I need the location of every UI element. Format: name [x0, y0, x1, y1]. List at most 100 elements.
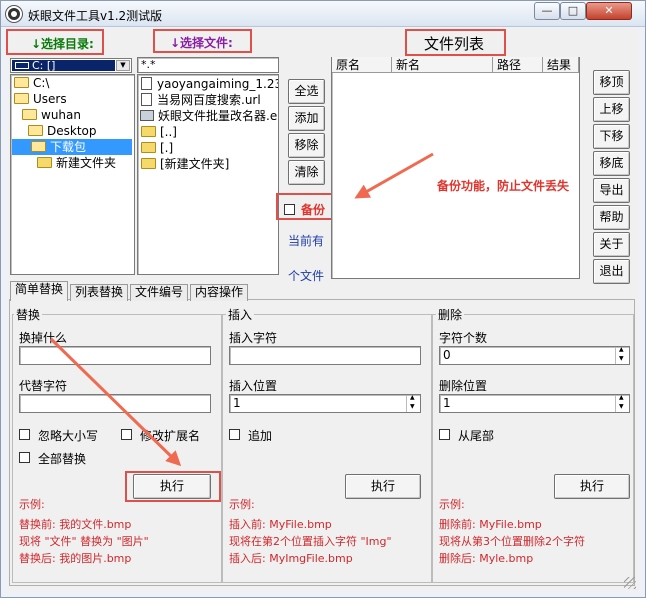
- folder-icon: [141, 158, 156, 169]
- delete-group-title: 删除: [436, 306, 465, 323]
- count-text-2: 个文件: [288, 269, 325, 283]
- resize-grip-icon[interactable]: [624, 577, 636, 589]
- file-item[interactable]: [.]: [141, 140, 173, 156]
- find-input[interactable]: [19, 346, 211, 365]
- replace-example-3: 替换后: 我的图片.bmp: [19, 552, 132, 565]
- delete-count-label: 字符个数: [439, 331, 488, 345]
- directory-tree[interactable]: C:\ Users wuhan Desktop 下载包 新建文件夹: [10, 74, 135, 275]
- column-result[interactable]: 结果: [543, 57, 579, 73]
- replace-label: 代替字符: [19, 379, 68, 393]
- tab-content-ops[interactable]: 内容操作: [190, 284, 249, 301]
- tree-item-wuhan[interactable]: wuhan: [22, 107, 81, 123]
- file-list-label: 文件列表: [424, 35, 485, 53]
- insert-char-label: 插入字符: [229, 331, 278, 345]
- about-button[interactable]: 关于: [593, 232, 630, 257]
- replace-all-checkbox[interactable]: [19, 452, 30, 463]
- clear-button[interactable]: 清除: [288, 160, 325, 185]
- tab-list-replace[interactable]: 列表替换: [70, 284, 129, 301]
- folder-icon: [37, 157, 52, 168]
- drive-value: C: []: [32, 59, 56, 72]
- chevron-down-icon[interactable]: ▼: [116, 60, 130, 71]
- tree-item-desktop[interactable]: Desktop: [28, 123, 97, 139]
- title-bar: 妖眼文件工具v1.2测试版 — □ ✕: [1, 1, 645, 27]
- drive-select[interactable]: C: [] ▼: [10, 58, 132, 73]
- add-button[interactable]: 添加: [288, 106, 325, 131]
- move-down-button[interactable]: 下移: [593, 124, 630, 149]
- window-title: 妖眼文件工具v1.2测试版: [28, 9, 163, 23]
- modify-ext-label: 修改扩展名: [140, 429, 201, 443]
- replace-all-label: 全部替换: [38, 452, 87, 466]
- tree-item-download[interactable]: 下载包: [12, 139, 132, 155]
- folder-open-icon: [22, 109, 37, 120]
- select-all-button[interactable]: 全选: [288, 79, 325, 104]
- file-icon: [141, 77, 152, 90]
- file-item[interactable]: yaoyangaiming_1.23_JiS: [141, 76, 278, 92]
- insert-char-input[interactable]: [229, 346, 421, 365]
- minimize-button[interactable]: —: [534, 2, 560, 20]
- insert-example-title: 示例:: [229, 498, 255, 511]
- tree-item-new-folder[interactable]: 新建文件夹: [37, 155, 116, 171]
- replace-example-1: 替换前: 我的文件.bmp: [19, 518, 132, 531]
- insert-group-title: 插入: [226, 306, 255, 323]
- file-item[interactable]: 妖眼文件批量改名器.e: [140, 108, 278, 124]
- folder-open-icon: [14, 93, 29, 104]
- column-path[interactable]: 路径: [493, 57, 543, 73]
- replace-exec-button[interactable]: 执行: [133, 474, 211, 499]
- help-button[interactable]: 帮助: [593, 205, 630, 230]
- insert-example-1: 插入前: MyFile.bmp: [229, 518, 332, 531]
- exe-icon: [140, 110, 154, 121]
- insert-pos-input[interactable]: 1: [229, 394, 421, 413]
- find-label: 换掉什么: [19, 331, 68, 345]
- exit-button[interactable]: 退出: [593, 259, 630, 284]
- replace-group-title: 替换: [14, 306, 43, 323]
- delete-exec-button[interactable]: 执行: [554, 474, 630, 499]
- file-item[interactable]: 当易网百度搜索.url: [141, 92, 261, 108]
- drive-icon: [15, 62, 29, 69]
- remove-button[interactable]: 移除: [288, 133, 325, 158]
- folder-open-icon: [31, 141, 46, 152]
- column-new-name[interactable]: 新名: [392, 57, 493, 73]
- app-eye-icon: [6, 6, 22, 22]
- ignore-case-label: 忽略大小写: [38, 429, 99, 443]
- modify-ext-checkbox[interactable]: [121, 429, 132, 440]
- delete-example-3: 删除后: Myle.bmp: [439, 552, 534, 565]
- delete-example-2: 现将从第3个位置删除2个字符: [439, 535, 585, 548]
- maximize-button[interactable]: □: [560, 2, 586, 20]
- spinner-arrows-icon[interactable]: [615, 346, 629, 364]
- export-button[interactable]: 导出: [593, 178, 630, 203]
- close-button[interactable]: ✕: [586, 2, 632, 20]
- tab-simple-replace[interactable]: 简单替换: [10, 281, 69, 301]
- file-list[interactable]: yaoyangaiming_1.23_JiS 当易网百度搜索.url 妖眼文件批…: [137, 74, 279, 275]
- folder-open-icon: [28, 125, 43, 136]
- file-item[interactable]: [新建文件夹]: [141, 156, 229, 172]
- move-bottom-button[interactable]: 移底: [593, 151, 630, 176]
- delete-example-title: 示例:: [439, 498, 465, 511]
- tree-item-root[interactable]: C:\: [14, 75, 49, 91]
- from-end-label: 从尾部: [458, 429, 495, 443]
- file-filter-input[interactable]: *.*: [137, 57, 279, 73]
- folder-icon: [141, 126, 156, 137]
- delete-count-input[interactable]: 0: [439, 346, 630, 365]
- move-top-button[interactable]: 移顶: [593, 70, 630, 95]
- backup-label: 备份: [301, 203, 326, 217]
- append-checkbox[interactable]: [229, 429, 240, 440]
- spinner-arrows-icon[interactable]: [406, 394, 420, 412]
- url-file-icon: [141, 93, 152, 106]
- column-original-name[interactable]: 原名: [332, 57, 392, 73]
- spinner-arrows-icon[interactable]: [615, 394, 629, 412]
- backup-checkbox[interactable]: [284, 204, 295, 215]
- tree-item-users[interactable]: Users: [14, 91, 67, 107]
- insert-example-3: 插入后: MyImgFile.bmp: [229, 552, 353, 565]
- file-item[interactable]: [..]: [141, 124, 177, 140]
- from-end-checkbox[interactable]: [439, 429, 450, 440]
- move-up-button[interactable]: 上移: [593, 97, 630, 122]
- tab-file-numbering[interactable]: 文件编号: [130, 284, 189, 301]
- file-list-view[interactable]: [331, 57, 580, 279]
- delete-pos-input[interactable]: 1: [439, 394, 630, 413]
- delete-pos-label: 删除位置: [439, 379, 488, 393]
- insert-exec-button[interactable]: 执行: [345, 474, 421, 499]
- replace-input[interactable]: [19, 394, 211, 413]
- count-text-1: 当前有: [288, 234, 325, 248]
- select-file-label: ↓选择文件:: [170, 36, 233, 50]
- ignore-case-checkbox[interactable]: [19, 429, 30, 440]
